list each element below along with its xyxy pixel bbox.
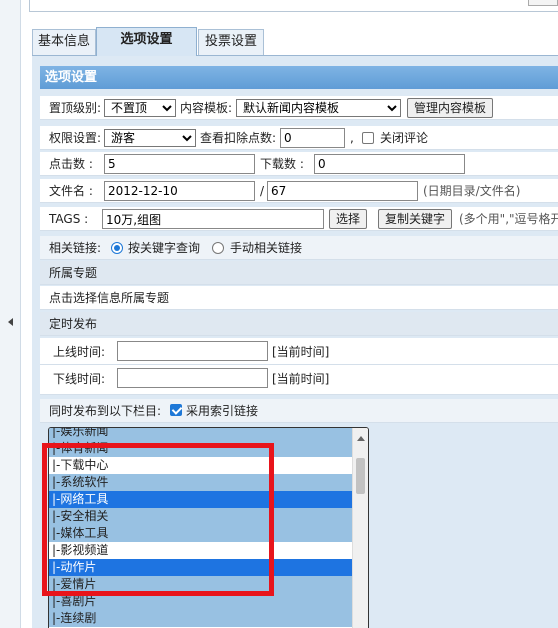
filename-dir-input[interactable] (104, 181, 255, 201)
hits-input[interactable] (104, 154, 255, 174)
downloads-input[interactable] (314, 154, 465, 174)
publish-columns-row: 同时发布到以下栏目: 采用索引链接 (40, 399, 558, 423)
tab-vote-settings[interactable]: 投票设置 (198, 29, 264, 55)
topic-row: 点击选择信息所属专题 (40, 286, 558, 310)
columns-listbox[interactable]: |-娱乐新闻 |-体育新闻 |-下载中心 |-系统软件 |-网络工具 |-安全相关 |-媒体… (48, 427, 369, 628)
offline-current-time-link[interactable]: [当前时间] (272, 371, 329, 387)
slash-separator: / (260, 184, 265, 198)
tab-option-settings[interactable]: 选项设置 (96, 27, 197, 56)
related-by-keyword-label: 按关键字查询 (128, 241, 201, 255)
close-comment-checkbox[interactable] (362, 132, 374, 144)
related-links-label: 相关链接: (49, 241, 102, 255)
topic-header: 所属专题 (49, 266, 98, 280)
column-option[interactable]: |-喜剧片 (49, 593, 354, 610)
tags-hint: (多个用","逗号格开 (459, 212, 558, 226)
column-option[interactable]: |-爱情片 (49, 576, 354, 593)
top-button[interactable] (528, 0, 558, 6)
top-level-label: 置顶级别: (49, 101, 102, 115)
column-option[interactable]: |-媒体工具 (49, 525, 354, 542)
tab-basic-info[interactable]: 基本信息 (32, 29, 96, 55)
related-manual-radio[interactable] (212, 242, 224, 254)
tags-label: TAGS : (49, 212, 89, 226)
copy-keywords-button[interactable]: 复制关键字 (378, 209, 453, 229)
topic-header-row: 所属专题 (40, 261, 558, 285)
filename-label: 文件名 : (49, 184, 93, 198)
column-option[interactable]: |-体育新闻 (49, 440, 354, 457)
collapse-arrow-icon[interactable] (8, 318, 13, 326)
section-title: 选项设置 (40, 66, 558, 89)
online-time-input[interactable] (117, 341, 268, 361)
row-filename: 文件名 : / (日期目录/文件名) (40, 179, 558, 203)
schedule-header: 定时发布 (49, 317, 98, 331)
online-time-label: 上线时间: (53, 345, 106, 359)
row-related-links: 相关链接: 按关键字查询 手动相关链接 (40, 236, 558, 260)
manage-template-button[interactable]: 管理内容模板 (407, 98, 494, 118)
offline-time-row: 下线时间: [当前时间] (40, 365, 558, 395)
column-option[interactable]: |-安全相关 (49, 508, 354, 525)
column-option[interactable]: |-系统软件 (49, 474, 354, 491)
offline-time-input[interactable] (117, 368, 268, 388)
template-label: 内容模板: (180, 101, 233, 115)
deduct-points-input[interactable] (280, 128, 345, 148)
row-hits: 点击数 : 下载数 : (40, 152, 558, 176)
online-current-time-link[interactable]: [当前时间] (272, 344, 329, 360)
deduct-points-label: 查看扣除点数: (200, 131, 277, 145)
publish-columns-label: 同时发布到以下栏目: (49, 404, 162, 418)
index-link-label: 采用索引链接 (186, 404, 259, 418)
row-tags: TAGS : 选择 复制关键字 (多个用","逗号格开 (40, 207, 558, 231)
online-time-row: 上线时间: [当前时间] (40, 338, 558, 365)
left-collapse-strip[interactable] (0, 0, 21, 628)
row-top-level: 置顶级别: 不置顶 内容模板: 默认新闻内容模板 管理内容模板 (40, 96, 558, 120)
downloads-label: 下载数 : (260, 157, 304, 171)
column-option[interactable]: |-娱乐新闻 (49, 428, 354, 440)
permission-label: 权限设置: (49, 131, 102, 145)
top-frame (29, 0, 558, 12)
scroll-up-icon[interactable] (357, 436, 365, 441)
template-select[interactable]: 默认新闻内容模板 (236, 99, 401, 117)
column-option[interactable]: |-影视频道 (49, 542, 354, 559)
row-permission: 权限设置: 游客 查看扣除点数: , 关闭评论 (40, 126, 558, 150)
column-option[interactable]: |-动作片 (49, 559, 354, 576)
filename-name-input[interactable] (267, 181, 418, 201)
related-by-keyword-radio[interactable] (111, 242, 123, 254)
columns-list: |-娱乐新闻 |-体育新闻 |-下载中心 |-系统软件 |-网络工具 |-安全相关 |-媒体… (49, 428, 354, 628)
listbox-scrollbar[interactable] (352, 428, 368, 628)
index-link-checkbox[interactable] (170, 404, 182, 416)
column-option[interactable]: |-连续剧 (49, 610, 354, 627)
column-option[interactable]: |-网络工具 (49, 491, 354, 508)
close-comment-label: 关闭评论 (380, 131, 429, 145)
top-level-select[interactable]: 不置顶 (104, 99, 176, 117)
filename-hint: (日期目录/文件名) (423, 184, 521, 198)
column-option[interactable]: |-下载中心 (49, 457, 354, 474)
schedule-header-row: 定时发布 (40, 312, 558, 336)
scroll-thumb[interactable] (356, 458, 365, 494)
hits-label: 点击数 : (49, 157, 93, 171)
comma-separator: , (350, 131, 354, 145)
offline-time-label: 下线时间: (53, 372, 106, 386)
related-manual-label: 手动相关链接 (230, 241, 303, 255)
choose-topic-link[interactable]: 点击选择信息所属专题 (49, 290, 169, 306)
tags-input[interactable] (102, 209, 324, 229)
tags-select-button[interactable]: 选择 (329, 209, 368, 229)
permission-select[interactable]: 游客 (104, 129, 196, 147)
